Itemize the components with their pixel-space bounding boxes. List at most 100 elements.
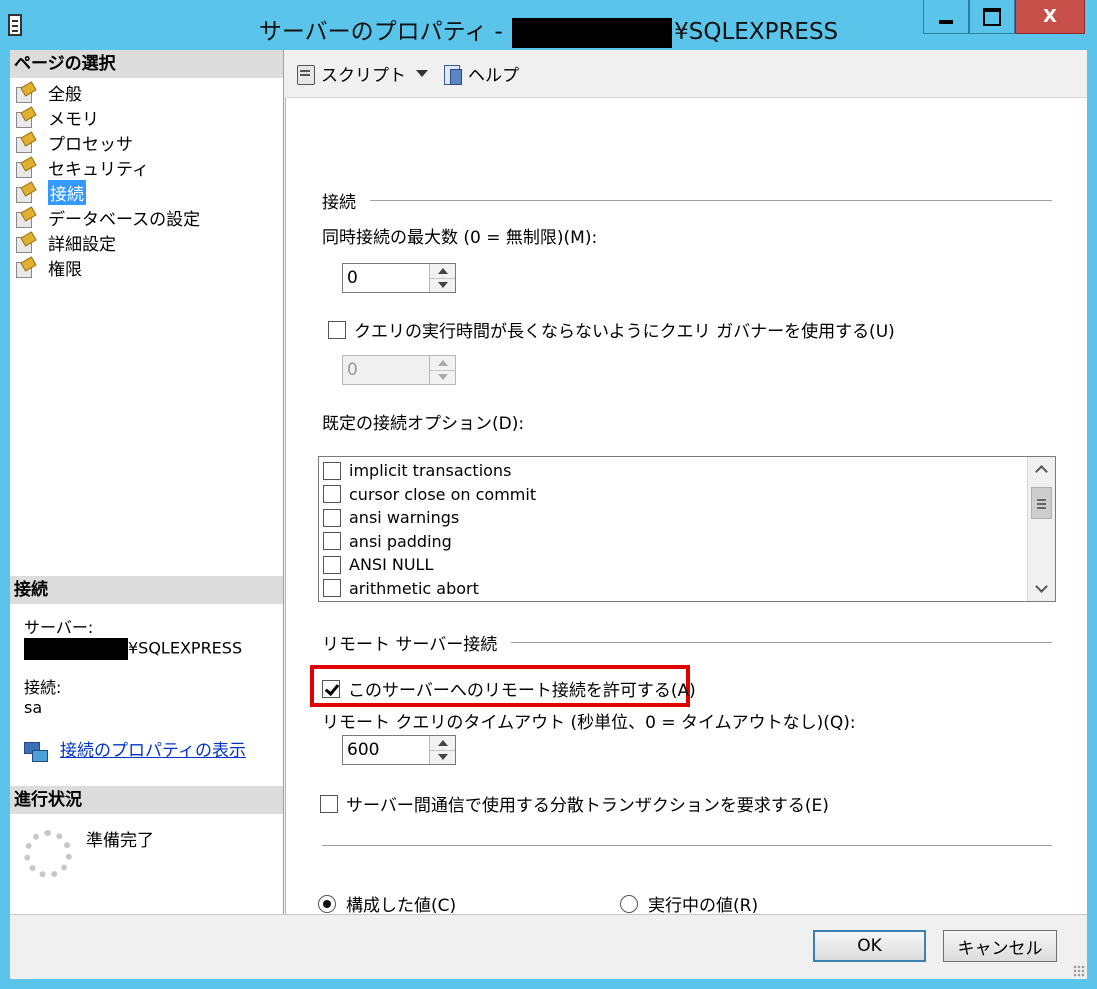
stepper-up-icon[interactable] — [430, 736, 455, 751]
connection-properties-icon — [24, 740, 48, 762]
ok-button[interactable]: OK — [813, 930, 926, 962]
remote-server-group: リモート サーバー接続 — [322, 630, 1052, 655]
query-governor-checkbox[interactable] — [328, 320, 346, 339]
page-item-label: メモリ — [48, 110, 99, 130]
title-bar[interactable]: サーバーのプロパティ - ¥SQLEXPRESS X — [0, 0, 1097, 50]
page-properties-icon — [16, 259, 34, 278]
progress-header: 進行状況 — [10, 786, 283, 814]
maximize-button[interactable] — [969, 0, 1015, 34]
connection-value: sa — [24, 698, 43, 717]
page-properties-icon — [16, 209, 34, 228]
remote-timeout-label: リモート クエリのタイムアウト (秒単位、0 = タイムアウトなし)(Q): — [322, 713, 856, 733]
remote-timeout-stepper[interactable]: 600 — [342, 735, 456, 765]
page-item[interactable]: 詳細設定 — [16, 230, 277, 255]
dialog-window: サーバーのプロパティ - ¥SQLEXPRESS X ページの選択 全般メモリプ… — [0, 0, 1097, 989]
listbox-scrollbar[interactable] — [1027, 457, 1055, 601]
page-item[interactable]: データベースの設定 — [16, 205, 277, 230]
script-button[interactable]: スクリプト — [295, 61, 428, 86]
redacted-server — [24, 638, 128, 660]
running-values-radio-row[interactable]: 実行中の値(R) — [620, 891, 758, 916]
cancel-button[interactable]: キャンセル — [943, 930, 1057, 962]
distributed-transactions-checkbox[interactable] — [320, 794, 338, 813]
list-item[interactable]: cursor close on commit — [321, 483, 1025, 507]
page-item[interactable]: 全般 — [16, 80, 277, 105]
option-checkbox[interactable] — [323, 555, 341, 574]
page-properties-icon — [16, 159, 34, 178]
progress-section: 進行状況 準備完了 — [10, 786, 283, 890]
allow-remote-row[interactable]: このサーバーへのリモート接続を許可する(A) — [322, 676, 696, 701]
page-item[interactable]: 接続 — [16, 180, 277, 205]
stepper-up-icon[interactable] — [430, 264, 455, 279]
stepper-down-icon[interactable] — [430, 278, 455, 292]
options-items: implicit transactions cursor close on com… — [321, 459, 1025, 600]
page-properties-icon — [16, 109, 34, 128]
option-label: ansi warnings — [349, 508, 460, 528]
default-options-listbox[interactable]: implicit transactions cursor close on com… — [318, 456, 1056, 602]
close-button[interactable]: X — [1015, 0, 1085, 34]
help-button[interactable]: ヘルプ — [442, 61, 519, 86]
stepper-down-icon[interactable] — [430, 750, 455, 764]
max-connections-stepper[interactable]: 0 — [342, 263, 456, 293]
page-item[interactable]: 権限 — [16, 255, 277, 280]
stepper-down-icon — [430, 370, 455, 384]
view-connection-properties-link[interactable]: 接続のプロパティの表示 — [60, 741, 246, 761]
list-item[interactable]: ansi warnings — [321, 506, 1025, 530]
page-item-label: 権限 — [48, 260, 82, 280]
page-properties-icon — [16, 184, 34, 203]
page-item-label: 詳細設定 — [48, 235, 116, 255]
page-item-label: データベースの設定 — [48, 210, 201, 230]
allow-remote-checkbox[interactable] — [322, 679, 340, 698]
script-icon — [295, 63, 317, 85]
list-item[interactable]: ANSI NULL — [321, 553, 1025, 577]
scroll-up-icon[interactable] — [1028, 457, 1055, 481]
page-item-label: セキュリティ — [48, 160, 149, 180]
page-item-label: プロセッサ — [48, 135, 133, 155]
list-item[interactable]: arithmetic abort — [321, 577, 1025, 601]
option-label: implicit transactions — [349, 461, 512, 481]
max-connections-label: 同時接続の最大数 (0 = 無制限)(M): — [322, 228, 598, 248]
list-item[interactable]: implicit transactions — [321, 459, 1025, 483]
connection-label: 接続: — [24, 678, 62, 697]
group-divider — [511, 642, 1052, 643]
page-item-label: 接続 — [48, 180, 86, 205]
script-dropdown-icon[interactable] — [416, 70, 428, 77]
option-label: ANSI NULL — [349, 555, 434, 575]
distributed-transactions-row[interactable]: サーバー間通信で使用する分散トランザクションを要求する(E) — [320, 791, 829, 816]
dialog-button-bar: OK キャンセル — [10, 914, 1087, 979]
option-checkbox[interactable] — [323, 508, 341, 527]
option-checkbox[interactable] — [323, 461, 341, 480]
help-icon — [442, 63, 464, 85]
page-item[interactable]: セキュリティ — [16, 155, 277, 180]
configured-values-radio[interactable] — [318, 894, 336, 913]
window-controls: X — [923, 0, 1085, 34]
option-label: arithmetic abort — [349, 578, 479, 598]
page-item[interactable]: メモリ — [16, 105, 277, 130]
server-label: サーバー: — [24, 618, 94, 637]
default-options-label: 既定の接続オプション(D): — [322, 414, 525, 434]
list-item[interactable]: ansi padding — [321, 530, 1025, 554]
page-select-header: ページの選択 — [10, 50, 283, 78]
group-divider — [370, 200, 1052, 201]
progress-status: 準備完了 — [86, 831, 154, 851]
scroll-thumb[interactable] — [1031, 487, 1052, 519]
progress-spinner-icon — [24, 830, 72, 878]
minimize-button[interactable] — [923, 0, 969, 34]
page-properties-icon — [16, 84, 34, 103]
option-label: cursor close on commit — [349, 484, 537, 504]
query-governor-row[interactable]: クエリの実行時間が長くならないようにクエリ ガバナーを使用する(U) — [328, 317, 895, 342]
configured-values-radio-row[interactable]: 構成した値(C) — [318, 891, 456, 916]
resize-grip-icon[interactable] — [1073, 965, 1085, 977]
page-item-label: 全般 — [48, 85, 82, 105]
dialog-client: ページの選択 全般 メモリ プロセッサ セキュリティ 接続 データベースの設定 詳細設定 権限… — [10, 50, 1087, 979]
option-checkbox[interactable] — [323, 485, 341, 504]
connection-group: 接続 — [322, 188, 1052, 213]
scroll-down-icon[interactable] — [1028, 577, 1055, 601]
option-checkbox[interactable] — [323, 532, 341, 551]
page-item[interactable]: プロセッサ — [16, 130, 277, 155]
stepper-up-icon — [430, 356, 455, 371]
running-values-radio[interactable] — [620, 894, 638, 913]
server-value: ¥SQLEXPRESS — [24, 638, 269, 660]
option-checkbox[interactable] — [323, 579, 341, 598]
section-divider — [322, 845, 1052, 846]
page-list: 全般メモリプロセッサセキュリティ 接続データベースの設定 詳細設定権限 — [10, 78, 283, 282]
